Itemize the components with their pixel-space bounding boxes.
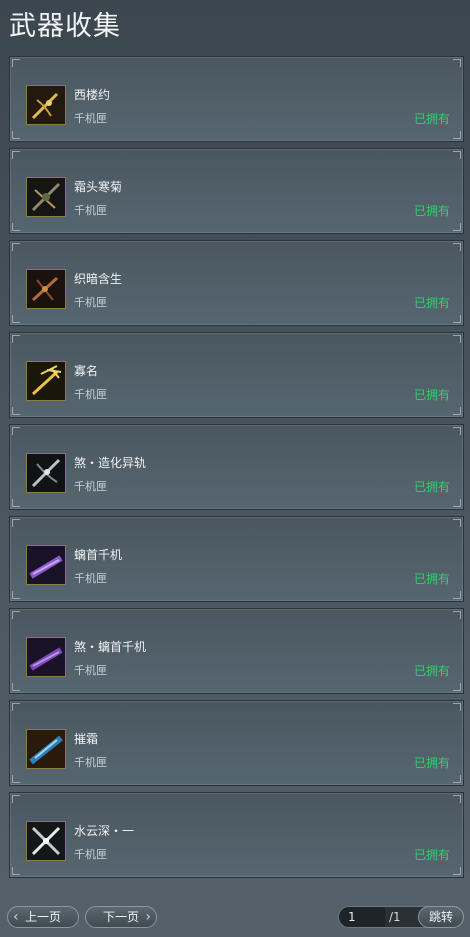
white-crossed-crossbow-icon [26, 821, 66, 861]
weapon-name: 西楼约 [74, 88, 111, 102]
weapon-type: 千机匣 [74, 480, 107, 493]
golden-crossbow-icon [26, 85, 66, 125]
pagination: ‹ 上一页 下一页 › /1 跳转 [0, 906, 470, 930]
weapon-item-2[interactable]: 霜头寒菊 千机匣 已拥有 [9, 148, 464, 234]
frame-corner [12, 591, 20, 599]
weapon-type: 千机匣 [74, 572, 107, 585]
frame-corner [453, 427, 461, 435]
weapon-name: 织暗含生 [74, 272, 123, 286]
owned-status: 已拥有 [413, 572, 450, 586]
purple-gun-crossbow-icon [26, 637, 66, 677]
frame-corner [453, 795, 461, 803]
weapon-name: 霜头寒菊 [74, 180, 123, 194]
dark-crossbow-icon [26, 177, 66, 217]
weapon-type: 千机匣 [74, 388, 107, 401]
weapon-type: 千机匣 [74, 848, 107, 861]
frame-corner [453, 703, 461, 711]
next-page-button[interactable]: 下一页 › [85, 906, 157, 928]
frame-corner [12, 683, 20, 691]
weapon-type: 千机匣 [74, 664, 107, 677]
frame-corner [12, 867, 20, 875]
blue-crystal-crossbow-icon [26, 729, 66, 769]
weapon-name: 摧霜 [74, 732, 99, 746]
frame-corner [453, 59, 461, 67]
weapon-type: 千机匣 [74, 756, 107, 769]
page-number-input[interactable] [339, 907, 385, 927]
owned-status: 已拥有 [413, 664, 450, 678]
weapon-item-6[interactable]: 螭首千机 千机匣 已拥有 [9, 516, 464, 602]
page-title: 武器收集 [9, 11, 121, 42]
owned-status: 已拥有 [413, 480, 450, 494]
frame-corner [453, 519, 461, 527]
frame-corner [453, 335, 461, 343]
weapon-item-9[interactable]: 水云深・一 千机匣 已拥有 [9, 792, 464, 878]
next-page-label: 下一页 [102, 910, 139, 924]
owned-status: 已拥有 [413, 388, 450, 402]
chevron-right-icon: › [145, 909, 151, 925]
frame-corner [12, 131, 20, 139]
weapon-item-8[interactable]: 摧霜 千机匣 已拥有 [9, 700, 464, 786]
silver-crossbow-icon [26, 453, 66, 493]
owned-status: 已拥有 [413, 204, 450, 218]
weapon-item-3[interactable]: 织暗含生 千机匣 已拥有 [9, 240, 464, 326]
chevron-left-icon: ‹ [13, 909, 19, 925]
bronze-crossbow-icon [26, 269, 66, 309]
weapon-item-1[interactable]: 西楼约 千机匣 已拥有 [9, 56, 464, 142]
frame-corner [12, 315, 20, 323]
frame-corner [453, 243, 461, 251]
page-jump: /1 跳转 [338, 906, 464, 928]
frame-corner [453, 611, 461, 619]
weapon-type: 千机匣 [74, 112, 107, 125]
frame-corner [12, 223, 20, 231]
jump-button[interactable]: 跳转 [418, 906, 464, 928]
weapon-name: 寡名 [74, 364, 99, 378]
owned-status: 已拥有 [413, 296, 450, 310]
weapon-type: 千机匣 [74, 204, 107, 217]
frame-corner [12, 407, 20, 415]
weapon-type: 千机匣 [74, 296, 107, 309]
weapon-name: 水云深・一 [74, 824, 135, 838]
prev-page-label: 上一页 [24, 910, 61, 924]
weapon-name: 螭首千机 [74, 548, 123, 562]
header: 武器收集 [0, 0, 470, 50]
owned-status: 已拥有 [413, 848, 450, 862]
prev-page-button[interactable]: ‹ 上一页 [7, 906, 79, 928]
weapon-list: 西楼约 千机匣 已拥有 霜头寒菊 千机匣 已拥有 织暗含生 千机匣 已拥有 寡名… [9, 56, 464, 884]
owned-status: 已拥有 [413, 756, 450, 770]
frame-corner [453, 151, 461, 159]
purple-gun-crossbow-icon [26, 545, 66, 585]
weapon-item-4[interactable]: 寡名 千机匣 已拥有 [9, 332, 464, 418]
frame-corner [12, 499, 20, 507]
weapon-name: 煞・造化异轨 [74, 456, 147, 470]
weapon-name: 煞・螭首千机 [74, 640, 147, 654]
owned-status: 已拥有 [413, 112, 450, 126]
weapon-item-5[interactable]: 煞・造化异轨 千机匣 已拥有 [9, 424, 464, 510]
frame-corner [12, 775, 20, 783]
golden-trident-crossbow-icon [26, 361, 66, 401]
weapon-item-7[interactable]: 煞・螭首千机 千机匣 已拥有 [9, 608, 464, 694]
page-total: /1 [389, 910, 401, 924]
